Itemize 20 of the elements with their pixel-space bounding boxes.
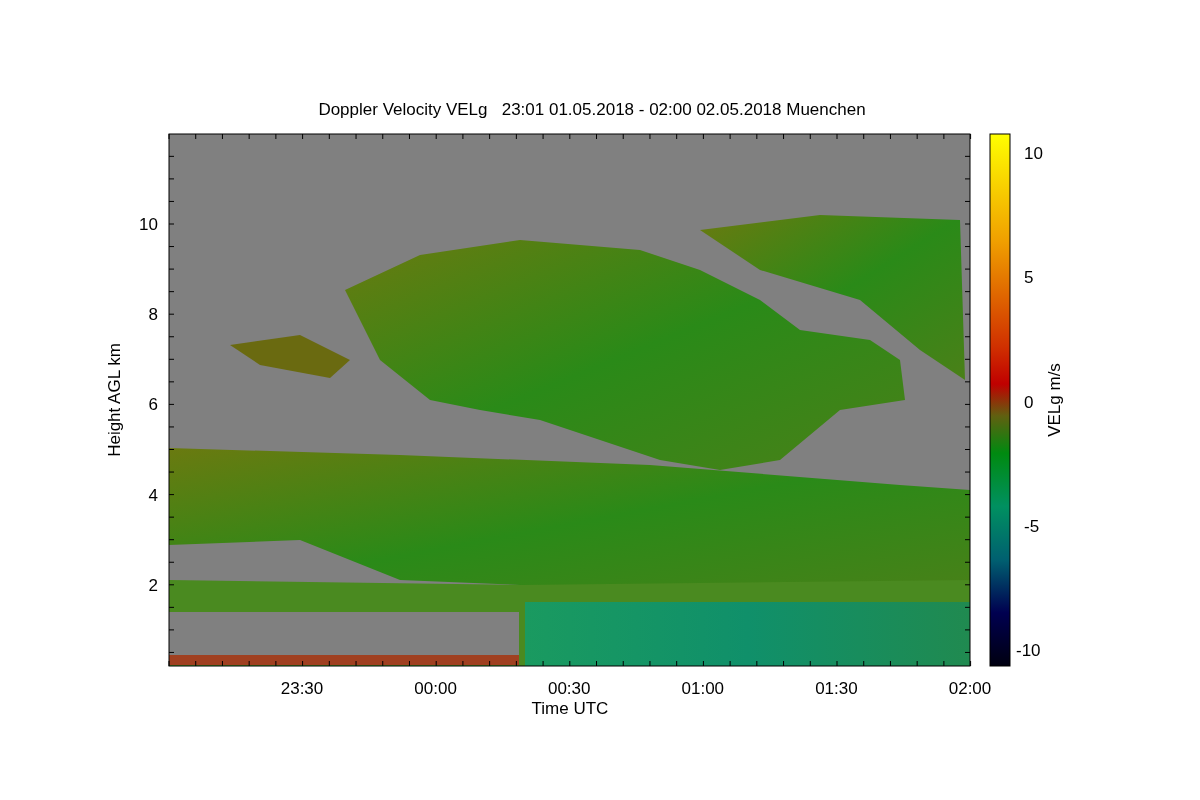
y-tick-label: 8 bbox=[148, 305, 158, 325]
x-tick-label: 00:30 bbox=[547, 679, 591, 698]
colorbar-label: VELg m/s bbox=[1045, 363, 1064, 437]
y-tick-label: 2 bbox=[148, 575, 158, 595]
x-tick-label: 00:00 bbox=[414, 679, 457, 698]
y-tick-label: 6 bbox=[148, 395, 158, 415]
colorbar-tick-label: 10 bbox=[1024, 144, 1043, 163]
colorbar-tick-label: 5 bbox=[1024, 268, 1034, 288]
y-axis-label: Height AGL km bbox=[105, 343, 124, 457]
x-axis-label: Time UTC bbox=[531, 699, 609, 718]
x-tick-label: 01:30 bbox=[815, 679, 858, 698]
y-tick-label: 10 bbox=[139, 215, 158, 234]
x-tick-label: 01:00 bbox=[681, 679, 725, 698]
colorbar-tick-label: -10 bbox=[1016, 641, 1041, 660]
chart-title: Doppler Velocity VELg 23:01 01.05.2018 - 02:00 02.05.2018 Muenchen bbox=[318, 100, 866, 119]
y-tick-label: 4 bbox=[148, 485, 158, 505]
colorbar-tick-label: 0 bbox=[1024, 392, 1034, 412]
colorbar-tick-label: -5 bbox=[1024, 516, 1040, 536]
x-tick-label: 02:00 bbox=[948, 679, 992, 698]
x-tick-label: 23:30 bbox=[280, 679, 324, 698]
